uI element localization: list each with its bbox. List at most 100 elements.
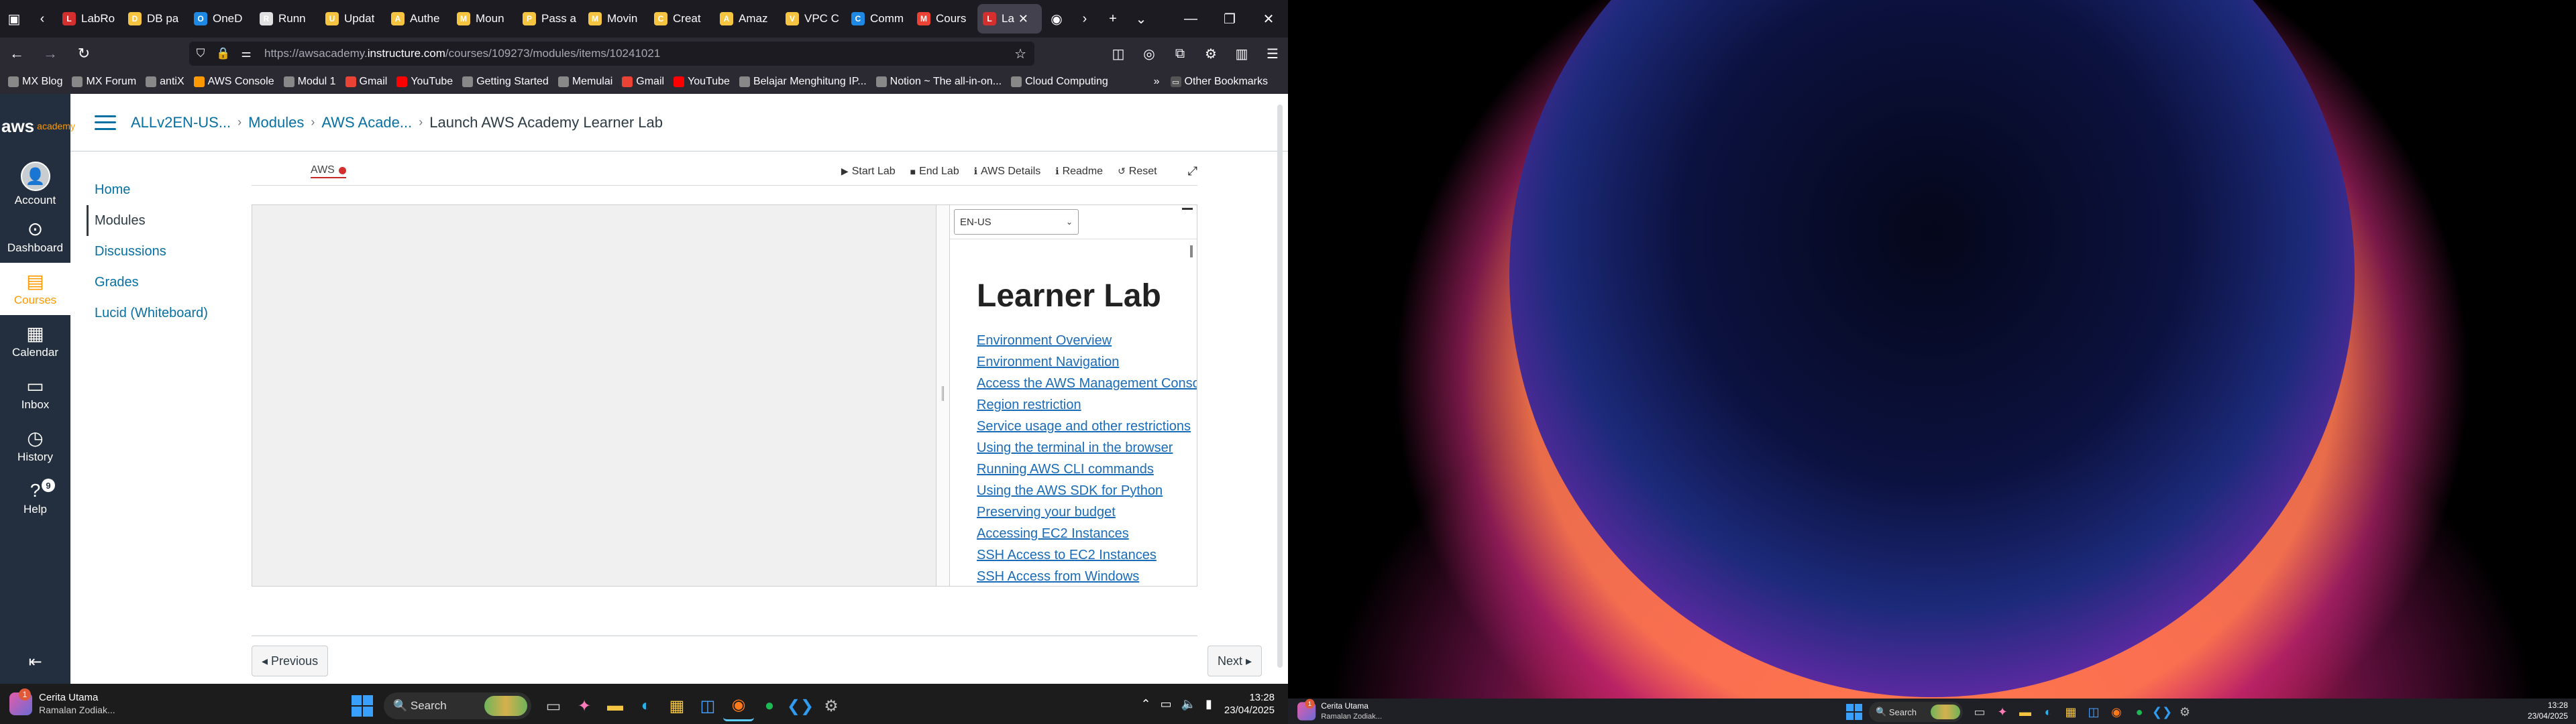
bookmark-item[interactable]: Memulai — [557, 76, 612, 88]
course-nav-grades[interactable]: Grades — [91, 267, 265, 298]
shield-icon[interactable]: ⛉ — [189, 47, 212, 60]
pane-splitter[interactable] — [936, 205, 950, 586]
course-nav-discussions[interactable]: Discussions — [91, 236, 265, 267]
close-window-icon[interactable]: ✕ — [1249, 0, 1288, 38]
tab-list-chevron-icon[interactable]: ⌄ — [1127, 0, 1155, 38]
tab-scroll-left-icon[interactable]: ‹ — [28, 0, 56, 38]
previous-button[interactable]: ◂ Previous — [252, 646, 329, 676]
global-nav-courses[interactable]: ▤ Courses — [0, 263, 70, 315]
page-scrollbar[interactable] — [1277, 105, 1283, 668]
forward-icon[interactable]: → — [34, 38, 67, 70]
browser-tab[interactable]: V VPC C — [780, 4, 845, 34]
readme-link[interactable]: Preserving your budget — [977, 501, 1191, 523]
readme-link[interactable]: Running AWS CLI commands — [977, 459, 1191, 480]
aws-details-button[interactable]: ℹ AWS Details — [974, 166, 1041, 178]
sidebar-icon[interactable]: ▥ — [1226, 38, 1257, 70]
next-button[interactable]: Next ▸ — [1208, 646, 1263, 676]
other-bookmarks[interactable]: ▭ Other Bookmarks — [1170, 76, 1268, 88]
restore-window-icon[interactable]: ❐ — [1210, 0, 1249, 38]
breadcrumb-modules[interactable]: Modules — [248, 114, 304, 131]
browser-tab[interactable]: O OneD — [189, 4, 253, 34]
aws-academy-logo[interactable]: aws academy — [0, 94, 75, 158]
store-icon[interactable]: ▦ — [661, 690, 692, 721]
menu-hamburger-icon[interactable]: ☰ — [1257, 38, 1288, 70]
readme-link[interactable]: Using the terminal in the browser — [977, 437, 1191, 459]
extensions-icon[interactable]: ⧉ — [1165, 38, 1195, 70]
bookmark-item[interactable]: Gmail — [345, 76, 387, 88]
bookmark-item[interactable]: YouTube — [674, 76, 730, 88]
browser-tab[interactable]: C Comm — [846, 4, 910, 34]
photos-icon[interactable]: ◫ — [2082, 701, 2105, 723]
new-tab-icon[interactable]: + — [1099, 0, 1127, 38]
news-widget[interactable]: 1 Cerita Utama Ramalan Zodiak... — [9, 688, 157, 716]
browser-tab[interactable]: P Pass a — [517, 4, 582, 34]
global-nav-help[interactable]: ? Help 9 — [0, 472, 70, 524]
reload-icon[interactable]: ↻ — [67, 38, 101, 70]
minimize-readme-icon[interactable] — [1182, 208, 1193, 212]
bookmark-item[interactable]: YouTube — [396, 76, 453, 88]
account-sync-icon[interactable]: ◎ — [1134, 38, 1165, 70]
readme-link[interactable]: Region restriction — [977, 394, 1191, 416]
browser-tab[interactable]: A Amaz — [714, 4, 779, 34]
task-view-icon[interactable]: ▭ — [1968, 701, 1991, 723]
bookmark-item[interactable]: Modul 1 — [283, 76, 336, 88]
global-nav-calendar[interactable]: ▦ Calendar — [0, 315, 70, 367]
readme-link[interactable]: SSH Access to EC2 Instances — [977, 544, 1191, 566]
minimize-window-icon[interactable]: — — [1171, 0, 1210, 38]
tray-chevron-up-icon[interactable]: ⌃ — [1140, 697, 1150, 711]
readme-button[interactable]: ℹ Readme — [1055, 166, 1103, 178]
firefox-icon[interactable]: ◉ — [2105, 701, 2128, 723]
collapse-nav-icon[interactable]: ⇤ — [0, 652, 70, 672]
bookmark-item[interactable]: MX Forum — [72, 76, 136, 88]
bookmark-item[interactable]: Belajar Menghitung IP... — [739, 76, 867, 88]
bookmark-item[interactable]: AWS Console — [193, 76, 274, 88]
url-text[interactable]: https://awsacademy.instructure.com/cours… — [264, 47, 660, 60]
windows-start-icon[interactable] — [352, 695, 373, 717]
browser-tab[interactable]: U Updat — [320, 4, 384, 34]
vscode-icon[interactable]: ❮❯ — [2151, 701, 2174, 723]
readme-link[interactable]: Environment Overview — [977, 330, 1191, 351]
store-icon[interactable]: ▦ — [2059, 701, 2082, 723]
language-select[interactable]: EN-US ⌄ — [954, 209, 1079, 235]
browser-tab[interactable]: C Creat — [649, 4, 713, 34]
spotify-icon[interactable]: ● — [754, 690, 785, 721]
windows-start-icon[interactable] — [1846, 704, 1862, 720]
volume-icon[interactable]: 🔈 — [1181, 697, 1196, 711]
course-nav-modules[interactable]: Modules — [87, 205, 265, 236]
global-nav-history[interactable]: ◷ History — [0, 420, 70, 472]
readme-scrollbar[interactable] — [1190, 245, 1193, 257]
bookmark-item[interactable]: Getting Started — [462, 76, 549, 88]
browser-tab[interactable]: R Runn — [254, 4, 319, 34]
bookmark-item[interactable]: MX Blog — [8, 76, 62, 88]
end-lab-button[interactable]: ■ End Lab — [910, 166, 959, 178]
course-nav-home[interactable]: Home — [91, 174, 265, 205]
readme-link[interactable]: SSH Access from Windows — [977, 566, 1191, 586]
readme-link[interactable]: Environment Navigation — [977, 351, 1191, 373]
settings-gear-icon[interactable]: ⚙ — [1195, 38, 1226, 70]
more-bookmarks-chevron-icon[interactable]: » — [1154, 76, 1160, 88]
readme-link[interactable]: Access the AWS Management Console — [977, 373, 1197, 394]
taskbar-search[interactable]: 🔍 Search — [384, 692, 531, 719]
browser-tab[interactable]: L LabRo — [57, 4, 121, 34]
browser-tab[interactable]: L La ✕ — [977, 4, 1042, 34]
tab-scroll-right-icon[interactable]: › — [1071, 0, 1099, 38]
task-view-icon[interactable]: ▭ — [538, 690, 569, 721]
bookmark-item[interactable]: Cloud Computing — [1011, 76, 1108, 88]
tab-overview-icon[interactable]: ▣ — [0, 0, 28, 38]
file-explorer-icon[interactable]: ▬ — [2014, 701, 2037, 723]
battery-icon[interactable]: ▮ — [1205, 697, 1212, 711]
browser-tab[interactable]: D DB pa — [123, 4, 187, 34]
clock[interactable]: 13:28 23/04/2025 — [1224, 691, 1275, 717]
lab-terminal-pane[interactable] — [252, 205, 936, 586]
browser-tab[interactable]: M Moun — [451, 4, 516, 34]
bookmark-item[interactable]: antiX — [146, 76, 184, 88]
firefox-icon[interactable]: ◉ — [723, 690, 754, 721]
readme-link[interactable]: Accessing EC2 Instances — [977, 523, 1191, 544]
news-widget-secondary[interactable]: 1 Cerita Utama Ramalan Zodiak... — [1297, 699, 1405, 721]
global-nav-dashboard[interactable]: ⊙ Dashboard — [0, 210, 70, 263]
course-nav-lucid-whiteboard-[interactable]: Lucid (Whiteboard) — [91, 298, 265, 328]
taskbar-search-secondary[interactable]: 🔍 Search — [1869, 702, 1963, 722]
edge-icon[interactable]: ◐ — [631, 690, 661, 721]
file-explorer-icon[interactable]: ▬ — [600, 690, 631, 721]
global-nav-account[interactable]: 👤 Account — [0, 158, 70, 210]
